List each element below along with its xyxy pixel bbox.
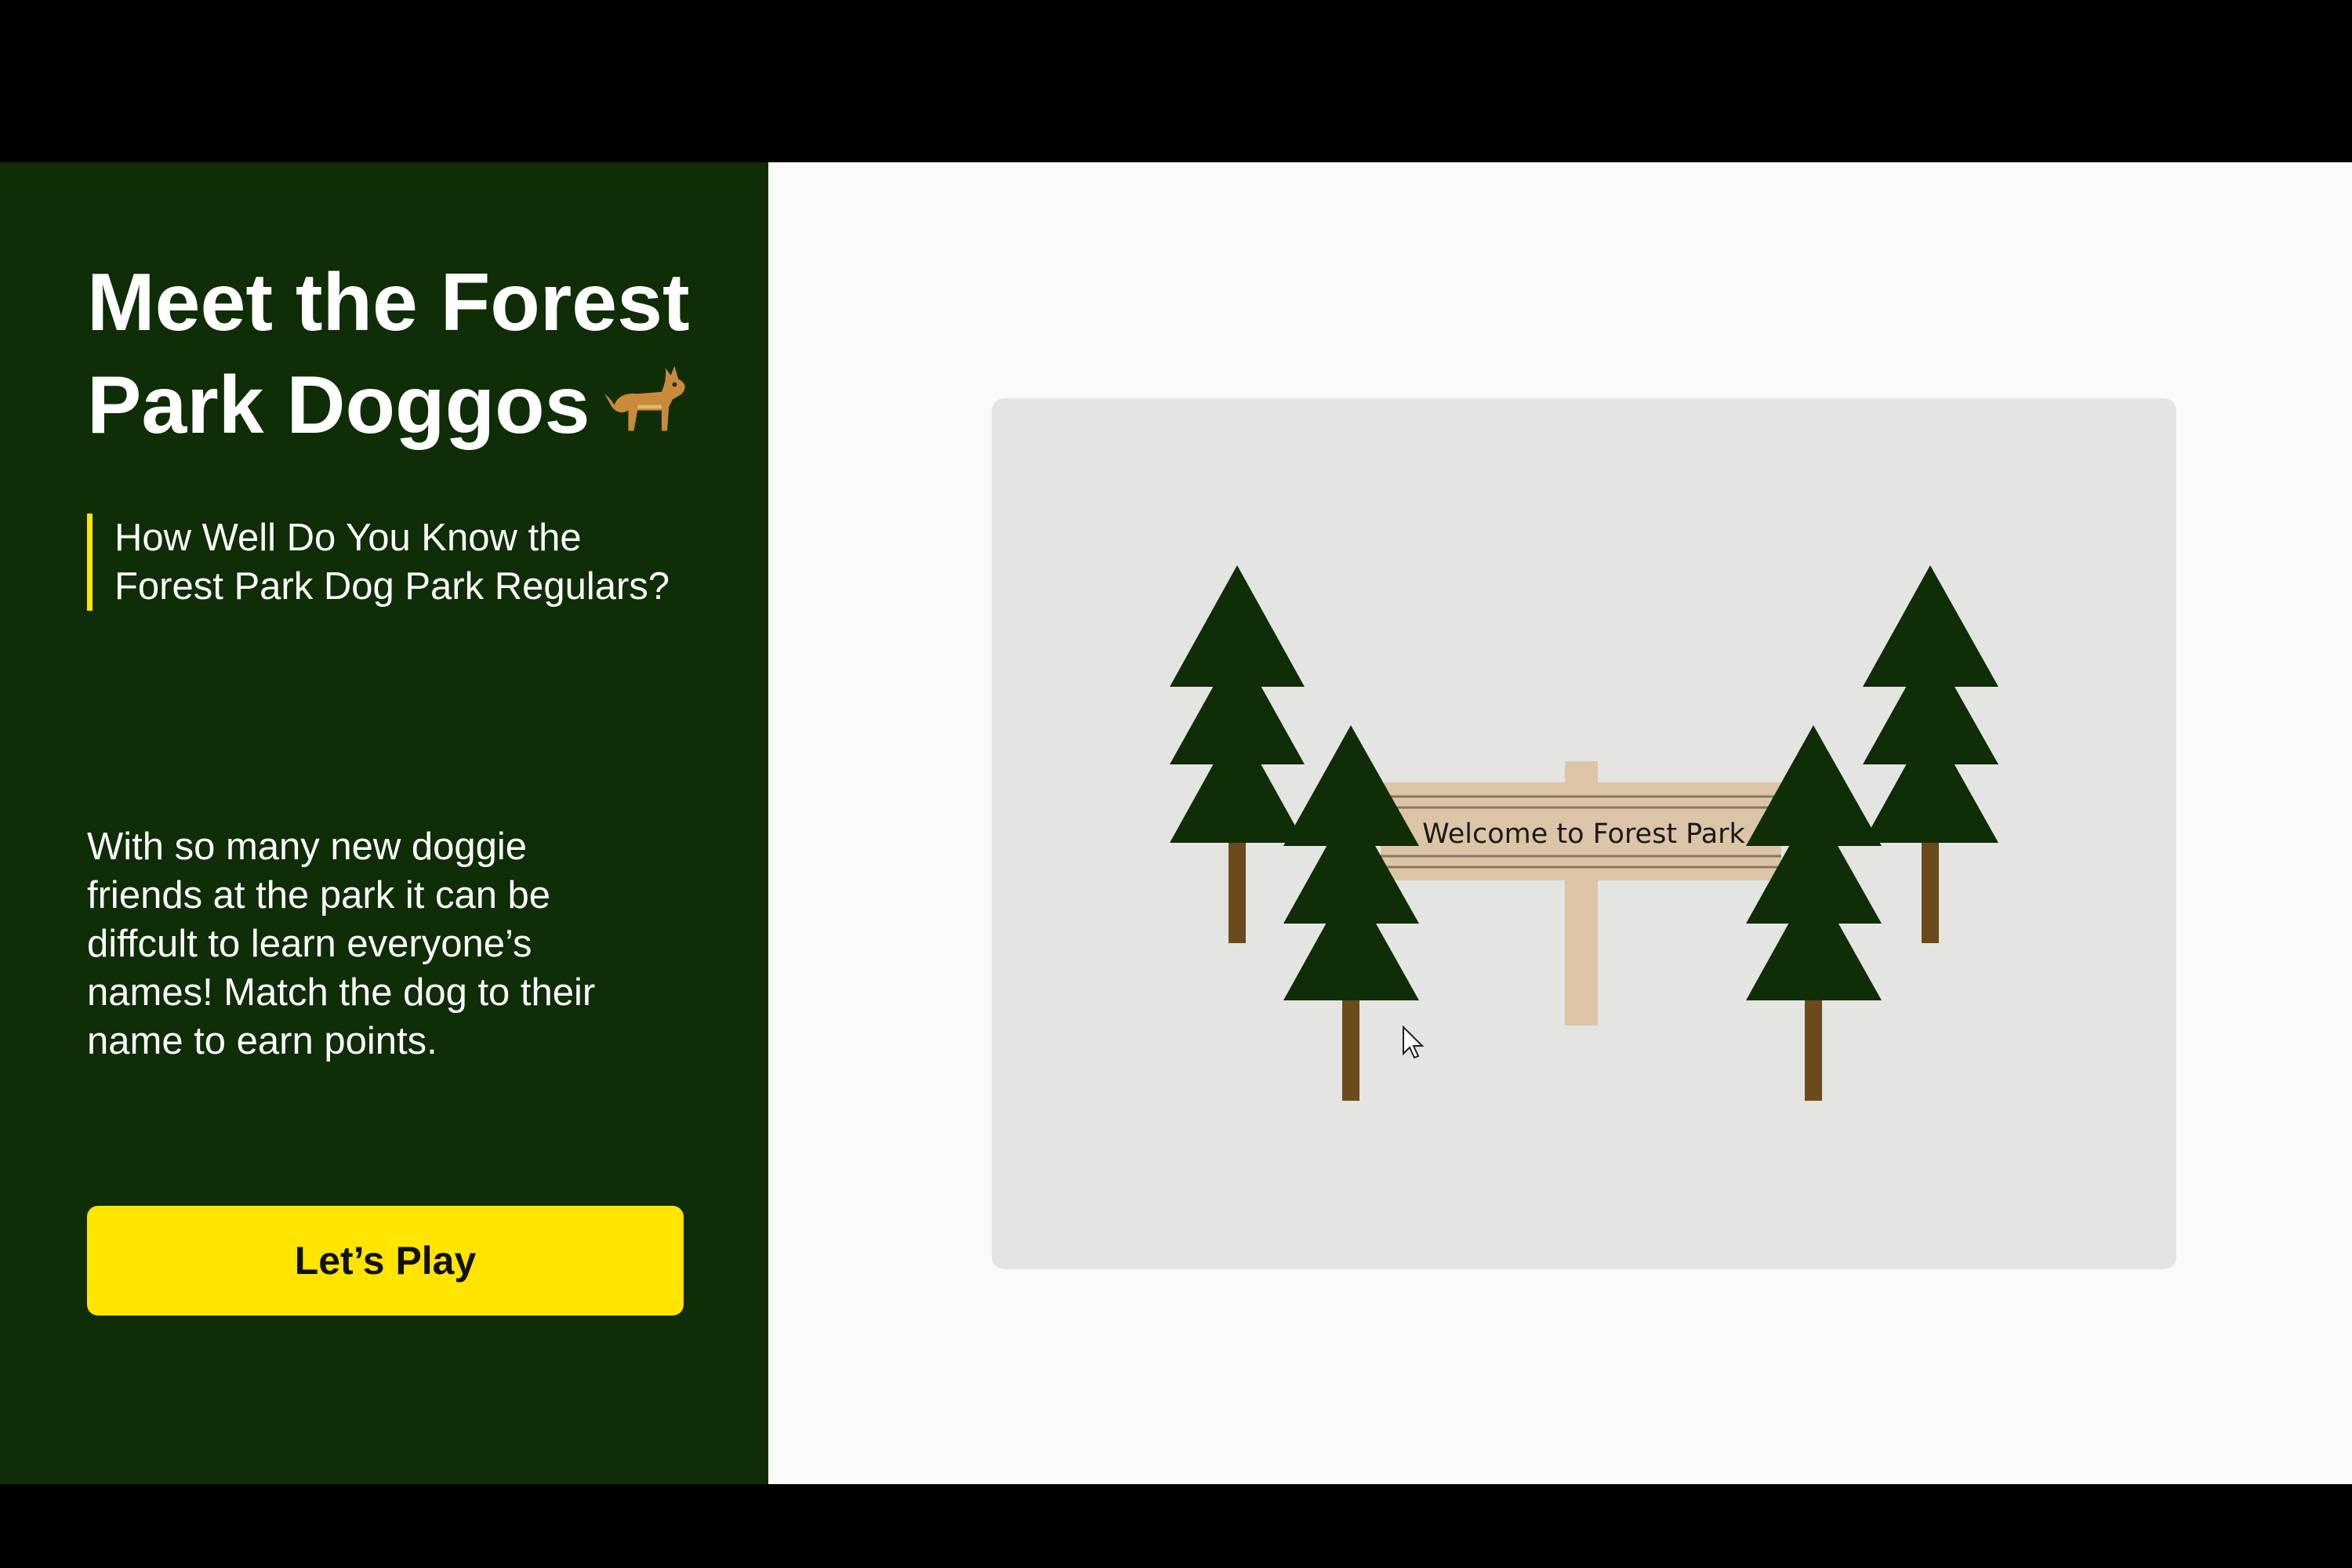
sign-text: Welcome to Forest Park xyxy=(1422,818,1745,850)
pine-tree-icon xyxy=(1283,725,1419,1101)
subtitle-line-2: Forest Park Dog Park Regulars? xyxy=(114,565,670,608)
letterbox-top xyxy=(0,0,2352,162)
title-line-2: Park Doggos xyxy=(87,360,590,451)
scene-illustration: Welcome to Forest Park xyxy=(1170,565,1998,1101)
subtitle-line-1: How Well Do You Know the xyxy=(114,517,582,559)
game-description: With so many new doggie friends at the p… xyxy=(87,822,699,1065)
dog-emoji-icon xyxy=(604,365,686,431)
subtitle: How Well Do You Know the Forest Park Dog… xyxy=(87,514,738,611)
wooden-sign-icon: Welcome to Forest Park xyxy=(1381,782,1781,880)
pine-tree-icon xyxy=(1170,565,1305,943)
description-line: friends at the park it can be xyxy=(87,874,551,916)
page-title: Meet the Forest Park Doggos xyxy=(87,255,746,454)
mouse-cursor-icon xyxy=(1403,1025,1425,1059)
description-line: With so many new doggie xyxy=(87,826,528,868)
forest-park-scene: Welcome to Forest Park xyxy=(992,398,2176,1269)
title-line-1: Meet the Forest xyxy=(87,257,690,348)
description-line: diffcult to learn everyone’s xyxy=(87,923,532,965)
letterbox-bottom xyxy=(0,1484,2352,1568)
description-line: names! Match the dog to their xyxy=(87,971,596,1014)
lets-play-button[interactable]: Let’s Play xyxy=(87,1206,684,1316)
pine-tree-icon xyxy=(1863,565,1998,943)
description-line: name to earn points. xyxy=(87,1020,437,1062)
pine-tree-icon xyxy=(1746,725,1882,1101)
